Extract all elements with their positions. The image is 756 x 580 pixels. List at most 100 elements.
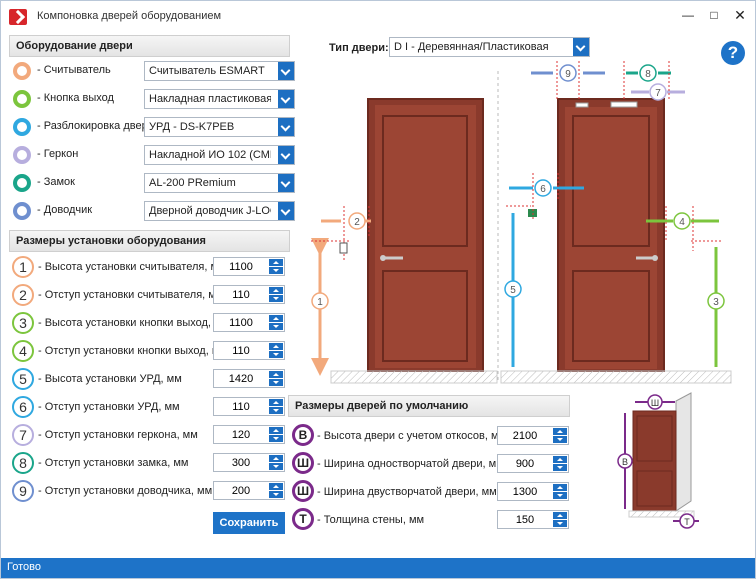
install-size-row: 8 - Отступ установки замка, мм [11,452,287,474]
equipment-select[interactable]: AL-200 PRemium [144,173,295,193]
help-icon[interactable]: ? [721,41,745,65]
size-spinner[interactable] [213,341,285,360]
spin-up-icon[interactable] [269,287,283,294]
marker-3: 3 [691,240,725,367]
spin-up-icon[interactable] [269,427,283,434]
size-spinner[interactable] [213,313,285,332]
spin-up-icon[interactable] [269,315,283,322]
spinner-buttons [553,428,567,443]
equipment-select[interactable]: Накладная пластиковая - Н [144,89,295,109]
close-button[interactable]: ✕ [731,7,749,23]
spin-down-icon[interactable] [553,464,567,471]
spin-down-icon[interactable] [269,435,283,442]
spin-down-icon[interactable] [269,491,283,498]
equipment-select[interactable]: Дверной доводчик J-LOCK [144,201,295,221]
size-label: - Отступ установки геркона, мм [38,429,198,441]
spin-up-icon[interactable] [553,456,567,463]
equipment-marker-icon [13,118,31,136]
maximize-button[interactable]: □ [705,7,723,23]
size-input[interactable] [215,483,267,498]
spin-down-icon[interactable] [553,492,567,499]
spin-down-icon[interactable] [269,267,283,274]
equipment-label: - Разблокировка двери [37,120,154,132]
size-spinner[interactable] [213,481,285,500]
equipment-row: - Считыватель Считыватель ESMART [11,60,295,82]
size-spinner[interactable] [213,257,285,276]
spinner-buttons [269,259,283,274]
spin-up-icon[interactable] [553,512,567,519]
spin-up-icon[interactable] [269,455,283,462]
minimize-button[interactable]: — [679,7,697,23]
size-input[interactable] [215,259,267,274]
size-number-badge: 5 [12,368,34,390]
door-default-spinner[interactable] [497,482,569,501]
size-input[interactable] [215,343,267,358]
door-default-input[interactable] [499,428,551,443]
door-defaults-header: Размеры дверей по умолчанию [288,395,570,417]
chevron-down-icon[interactable] [278,174,294,192]
size-spinner[interactable] [213,397,285,416]
door-default-spinner[interactable] [497,510,569,529]
equipment-select[interactable]: УРД - DS-K7PEB [144,117,295,137]
spin-up-icon[interactable] [269,343,283,350]
install-sizes-header: Размеры установки оборудования [9,230,290,252]
spin-up-icon[interactable] [553,428,567,435]
size-input[interactable] [215,315,267,330]
door-default-spinner[interactable] [497,454,569,473]
size-input[interactable] [215,399,267,414]
size-spinner[interactable] [213,453,285,472]
equipment-select[interactable]: Считыватель ESMART [144,61,295,81]
door-default-row: Т- Толщина стены, мм [291,507,571,533]
spin-down-icon[interactable] [269,463,283,470]
spin-up-icon[interactable] [269,483,283,490]
size-spinner[interactable] [213,285,285,304]
spin-down-icon[interactable] [269,379,283,386]
size-label: - Отступ установки доводчика, мм [38,485,213,497]
spin-down-icon[interactable] [269,323,283,330]
equipment-select[interactable]: Накладной ИО 102 (СМК-1 [144,145,295,165]
spin-down-icon[interactable] [553,520,567,527]
chevron-down-icon[interactable] [278,146,294,164]
door-default-label: - Ширина одностворчатой двери, мм [317,458,504,470]
size-spinner[interactable] [213,425,285,444]
size-input[interactable] [215,427,267,442]
equipment-select-value: Накладная пластиковая - Н [149,93,271,105]
spin-up-icon[interactable] [269,371,283,378]
chevron-down-icon[interactable] [573,38,589,56]
equipment-row: - Разблокировка двери УРД - DS-K7PEB [11,116,295,138]
save-button[interactable]: Сохранить [213,512,285,534]
door-default-input[interactable] [499,456,551,471]
size-input[interactable] [215,455,267,470]
app-window: Компоновка дверей оборудованием — □ ✕ Об… [0,0,756,579]
size-input[interactable] [215,287,267,302]
marker-7-label: 7 [655,88,661,99]
size-spinner[interactable] [213,369,285,388]
spin-up-icon[interactable] [269,399,283,406]
spin-down-icon[interactable] [269,295,283,302]
equipment-select-value: Дверной доводчик J-LOCK [149,205,271,217]
door-type-select[interactable]: D I - Деревянная/Пластиковая [389,37,590,57]
spin-down-icon[interactable] [269,351,283,358]
spin-down-icon[interactable] [553,436,567,443]
spin-up-icon[interactable] [269,259,283,266]
chevron-down-icon[interactable] [278,90,294,108]
mini-marker-thickness: Т [684,517,690,527]
equipment-label: - Геркон [37,148,79,160]
spin-up-icon[interactable] [553,484,567,491]
door-default-row: Ш- Ширина одностворчатой двери, мм [291,451,571,477]
door-default-spinner[interactable] [497,426,569,445]
equipment-marker-icon [13,202,31,220]
chevron-down-icon[interactable] [278,118,294,136]
size-input[interactable] [215,371,267,386]
spinner-buttons [553,484,567,499]
status-bar: Готово [1,558,755,578]
door-default-input[interactable] [499,512,551,527]
size-number-badge: 8 [12,452,34,474]
chevron-down-icon[interactable] [278,202,294,220]
install-size-row: 2 - Отступ установки считывателя, мм [11,284,287,306]
door-default-input[interactable] [499,484,551,499]
spin-down-icon[interactable] [269,407,283,414]
door-default-badge: Т [292,508,314,530]
chevron-down-icon[interactable] [278,62,294,80]
spinner-buttons [269,371,283,386]
